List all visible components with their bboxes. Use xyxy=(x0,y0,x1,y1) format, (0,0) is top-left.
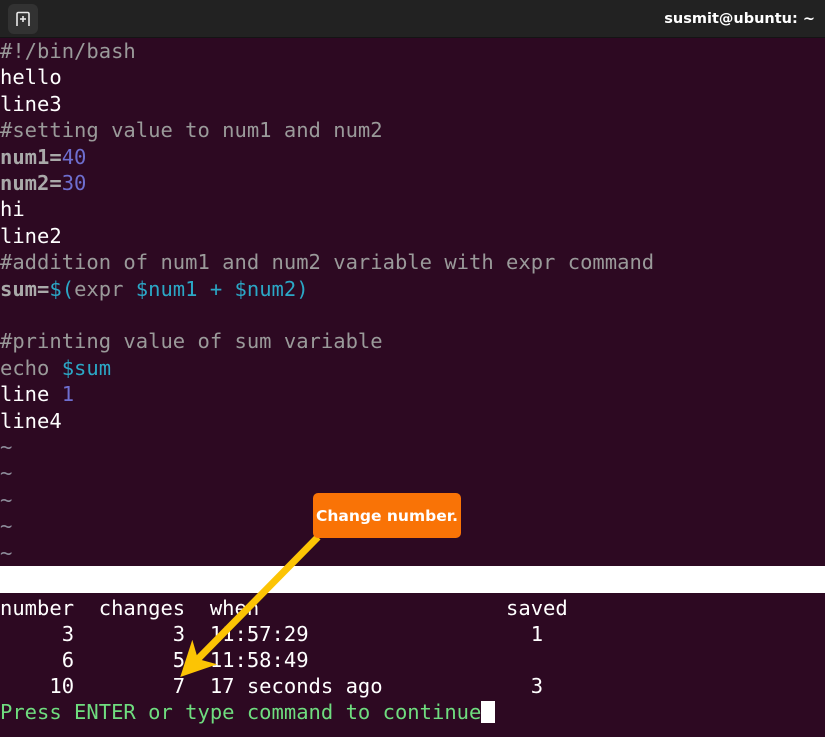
code-line: num1=40 xyxy=(0,144,86,170)
code-token: 1 xyxy=(61,382,75,407)
new-tab-icon xyxy=(16,11,30,26)
terminal-window: susmit@ubuntu: ~ #!/bin/bash hello line3 #s… xyxy=(0,0,825,737)
table-row: 3 3 11:57:29 1 xyxy=(0,622,544,646)
code-token: echo xyxy=(0,355,62,380)
code-token: ~ xyxy=(0,514,13,539)
code-line: hi xyxy=(0,196,25,222)
code-line: #setting value to num1 and num2 xyxy=(0,117,383,143)
code-line: line4 xyxy=(0,408,62,434)
vim-status-bar xyxy=(0,566,825,593)
code-token: #!/bin/bash xyxy=(0,39,136,63)
terminal-content[interactable]: #!/bin/bash hello line3 #setting value to n… xyxy=(0,38,825,737)
code-token: line xyxy=(0,382,62,407)
code-line: num2=30 xyxy=(0,170,86,196)
code-line: ~ xyxy=(0,434,12,460)
code-token: num1= xyxy=(0,144,62,169)
code-line: ~ xyxy=(0,487,12,513)
code-token: ~ xyxy=(0,461,13,486)
title-bar: susmit@ubuntu: ~ xyxy=(0,0,825,38)
code-line: ~ xyxy=(0,540,12,566)
code-line: echo $sum xyxy=(0,355,111,381)
code-token: ~ xyxy=(0,487,13,512)
code-token: hi xyxy=(0,197,25,222)
window-title: susmit@ubuntu: ~ xyxy=(664,11,815,27)
code-line: line2 xyxy=(0,223,62,249)
code-token: hello xyxy=(0,65,62,90)
code-line: #printing value of sum variable xyxy=(0,328,383,354)
code-token: expr xyxy=(74,276,136,301)
code-token: #printing value of sum variable xyxy=(0,329,383,354)
code-line: ~ xyxy=(0,513,12,539)
code-token: ~ xyxy=(0,540,13,565)
code-line: sum=$(expr $num1 + $num2) xyxy=(0,276,309,302)
code-token: ~ xyxy=(0,435,13,459)
code-token: num2= xyxy=(0,171,62,195)
new-tab-button[interactable] xyxy=(8,4,38,34)
output-table-header: number changes when saved xyxy=(0,596,568,620)
code-token: $num2) xyxy=(234,276,309,301)
code-line: #addition of num1 and num2 variable with… xyxy=(0,249,654,275)
annotation-callout: Change number. xyxy=(313,493,461,538)
annotation-label: Change number. xyxy=(315,506,459,525)
table-row: 10 7 17 seconds ago 3 xyxy=(0,674,544,698)
code-token: 30 xyxy=(61,171,87,195)
code-line: #!/bin/bash xyxy=(0,38,136,64)
continue-prompt-text: Press ENTER or type command to continue xyxy=(0,700,482,724)
code-token: $num1 xyxy=(135,276,198,301)
code-token: line3 xyxy=(0,91,62,116)
text-cursor xyxy=(481,701,495,723)
code-token: + xyxy=(209,276,223,301)
code-line: line3 xyxy=(0,91,62,117)
code-token: 40 xyxy=(61,144,87,169)
code-token: line2 xyxy=(0,223,62,248)
code-token: sum= xyxy=(0,276,50,301)
table-row: 6 5 11:58:49 xyxy=(0,648,309,672)
code-line: hello xyxy=(0,64,62,90)
code-token: #addition of num1 and num2 variable with… xyxy=(0,250,655,275)
continue-prompt-line: Press ENTER or type command to continue xyxy=(0,699,495,725)
code-token: line4 xyxy=(0,408,62,433)
code-line: line 1 xyxy=(0,381,74,407)
code-token: $sum xyxy=(61,355,112,380)
code-token: #setting value to num1 and num2 xyxy=(0,118,383,143)
code-token: $( xyxy=(49,276,75,301)
code-line: ~ xyxy=(0,460,12,486)
